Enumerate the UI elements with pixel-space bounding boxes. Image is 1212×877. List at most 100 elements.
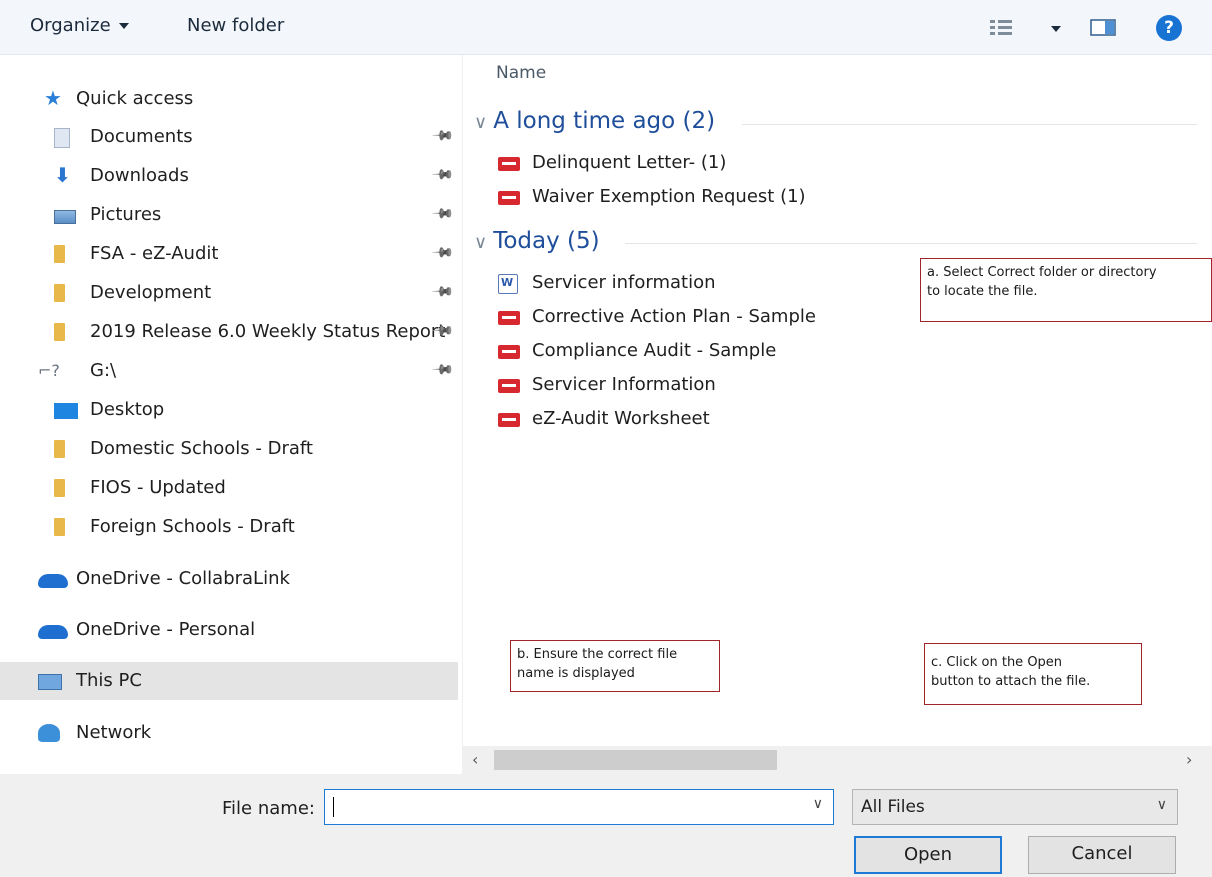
sidebar-item-label: 2019 Release 6.0 Weekly Status Report xyxy=(90,321,446,342)
sidebar-item[interactable]: Network xyxy=(0,714,458,752)
help-icon[interactable]: ? xyxy=(1156,15,1182,41)
sidebar-item[interactable]: Documents 📌 xyxy=(0,118,458,156)
pin-icon[interactable]: 📌 xyxy=(431,241,455,265)
file-name: Waiver Exemption Request (1) xyxy=(532,186,806,207)
file-name: Corrective Action Plan - Sample xyxy=(532,306,816,327)
text-cursor xyxy=(333,797,334,817)
pin-icon[interactable]: 📌 xyxy=(431,358,455,382)
organize-button[interactable]: Organize xyxy=(30,15,129,36)
onedrive-icon xyxy=(38,625,68,639)
folder-icon xyxy=(54,245,65,263)
file-name: Delinquent Letter- (1) xyxy=(532,152,727,173)
new-folder-button[interactable]: New folder xyxy=(187,15,284,36)
sidebar-item-label: Domestic Schools - Draft xyxy=(90,438,313,459)
pdf-file-icon xyxy=(498,157,520,171)
pin-icon[interactable]: 📌 xyxy=(431,280,455,304)
sidebar-item[interactable]: ⬇ Downloads 📌 xyxy=(0,157,458,195)
pin-icon[interactable]: 📌 xyxy=(431,163,455,187)
download-arrow-icon: ⬇ xyxy=(54,163,71,187)
file-dialog-footer: File name: ∨ All Files ∨ Open Cancel xyxy=(0,774,1212,877)
pdf-file-icon xyxy=(498,191,520,205)
sidebar-item-label: Development xyxy=(90,282,212,303)
preview-pane-icon[interactable] xyxy=(1090,19,1116,36)
sidebar-item-label: OneDrive - CollabraLink xyxy=(76,568,290,589)
group-heading-today[interactable]: ∨ Today (5) xyxy=(474,228,600,254)
file-name: Compliance Audit - Sample xyxy=(532,340,777,361)
name-column-header[interactable]: Name xyxy=(496,63,546,83)
group-heading-long-ago[interactable]: ∨ A long time ago (2) xyxy=(474,108,715,134)
pin-icon[interactable]: 📌 xyxy=(431,202,455,226)
chevron-down-icon: ∨ xyxy=(1156,797,1167,813)
file-type-select[interactable]: All Files ∨ xyxy=(852,789,1178,825)
documents-icon xyxy=(54,128,70,148)
this-pc-icon xyxy=(38,674,62,690)
open-button[interactable]: Open xyxy=(854,836,1002,874)
horizontal-scrollbar[interactable]: ‹ › xyxy=(462,746,1212,774)
scrollbar-thumb[interactable] xyxy=(494,750,777,770)
word-file-icon xyxy=(498,274,518,294)
sidebar-item-label: Desktop xyxy=(90,399,165,420)
view-options-icon[interactable] xyxy=(990,20,1016,36)
folder-icon xyxy=(54,323,65,341)
sidebar-item-label: OneDrive - Personal xyxy=(76,619,256,640)
sidebar-item-label: Quick access xyxy=(76,88,194,109)
sidebar-item-label: Pictures xyxy=(90,204,162,225)
sidebar-item[interactable]: Development 📌 xyxy=(0,274,458,312)
sidebar-item-label: FIOS - Updated xyxy=(90,477,226,498)
chevron-down-icon: ∨ xyxy=(474,232,488,253)
file-name-input[interactable]: ∨ xyxy=(324,789,834,825)
pdf-file-icon xyxy=(498,413,520,427)
organize-label: Organize xyxy=(30,15,111,36)
scroll-right-icon[interactable]: › xyxy=(1186,750,1192,769)
view-menu-chevron-icon[interactable] xyxy=(1051,26,1061,32)
sidebar-item-label: Documents xyxy=(90,126,193,147)
toolbar: Organize New folder ? xyxy=(0,0,1212,55)
chevron-down-icon[interactable]: ∨ xyxy=(813,796,823,812)
pictures-icon xyxy=(54,210,76,224)
callout-file-name: b. Ensure the correct file name is displ… xyxy=(510,640,720,692)
folder-icon xyxy=(54,479,65,497)
file-name-label: File name: xyxy=(222,798,315,819)
group-divider xyxy=(625,243,1197,244)
sidebar-item[interactable]: Pictures 📌 xyxy=(0,196,458,234)
network-icon xyxy=(38,724,60,742)
pdf-file-icon xyxy=(498,345,520,359)
sidebar-item-label: Downloads xyxy=(90,165,189,186)
scroll-left-icon[interactable]: ‹ xyxy=(472,750,478,769)
star-icon: ★ xyxy=(44,86,62,110)
file-name: Servicer information xyxy=(532,272,716,293)
sidebar-item[interactable]: ⌐? G:\ 📌 xyxy=(0,352,458,390)
chevron-down-icon xyxy=(118,23,129,29)
sidebar-item[interactable]: OneDrive - Personal xyxy=(0,611,458,649)
navigation-pane: ★ Quick access Documents 📌 ⬇ Downloads 📌 Pictur… xyxy=(0,55,463,777)
sidebar-item-label: G:\ xyxy=(90,360,117,381)
cancel-button[interactable]: Cancel xyxy=(1028,836,1176,874)
file-name: Servicer Information xyxy=(532,374,716,395)
group-divider xyxy=(742,124,1197,125)
sidebar-item-label: This PC xyxy=(76,670,142,691)
group-title: A long time ago (2) xyxy=(493,108,716,134)
sidebar-item[interactable]: FIOS - Updated xyxy=(0,469,458,507)
sidebar-item[interactable]: FSA - eZ-Audit 📌 xyxy=(0,235,458,273)
onedrive-icon xyxy=(38,574,68,588)
network-drive-icon: ⌐? xyxy=(38,361,60,380)
sidebar-item[interactable]: Foreign Schools - Draft xyxy=(0,508,458,546)
sidebar-item[interactable]: 2019 Release 6.0 Weekly Status Report 📌 xyxy=(0,313,458,351)
sidebar-item[interactable]: OneDrive - CollabraLink xyxy=(0,560,458,598)
callout-open-button: c. Click on the Open button to attach th… xyxy=(924,643,1142,705)
pdf-file-icon xyxy=(498,379,520,393)
desktop-icon xyxy=(54,403,78,419)
sidebar-item-label: Foreign Schools - Draft xyxy=(90,516,295,537)
sidebar-item[interactable]: This PC xyxy=(0,662,458,700)
sidebar-item[interactable]: Desktop xyxy=(0,391,458,429)
folder-icon xyxy=(54,284,65,302)
pin-icon[interactable]: 📌 xyxy=(431,124,455,148)
sidebar-item-label: Network xyxy=(76,722,152,743)
callout-select-folder: a. Select Correct folder or directory to… xyxy=(920,258,1212,322)
folder-icon xyxy=(54,440,65,458)
file-type-value: All Files xyxy=(861,797,925,817)
file-name: eZ-Audit Worksheet xyxy=(532,408,710,429)
sidebar-item[interactable]: ★ Quick access xyxy=(0,80,458,118)
sidebar-item-label: FSA - eZ-Audit xyxy=(90,243,219,264)
sidebar-item[interactable]: Domestic Schools - Draft xyxy=(0,430,458,468)
